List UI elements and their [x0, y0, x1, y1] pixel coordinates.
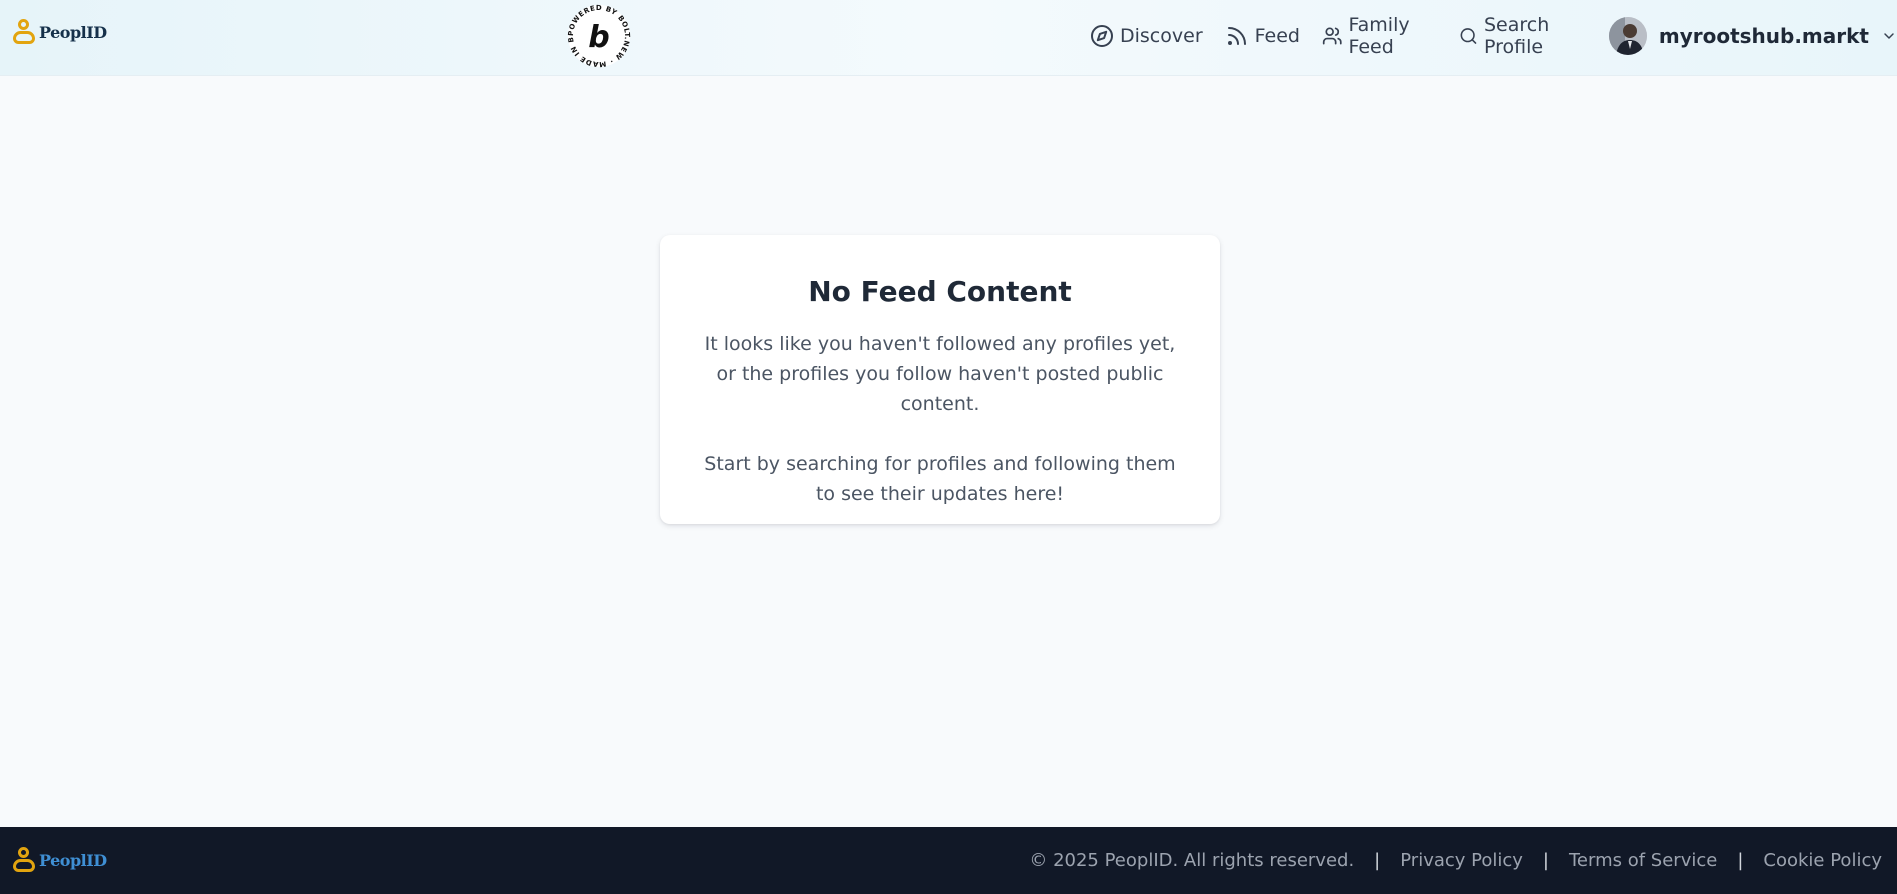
- empty-feed-hint: Start by searching for profiles and foll…: [704, 453, 1176, 505]
- nav-family-feed[interactable]: Family Feed: [1322, 14, 1437, 58]
- search-icon: [1460, 28, 1477, 44]
- empty-feed-card: No Feed Content It looks like you haven'…: [660, 235, 1220, 524]
- header-logo[interactable]: PeoplID: [12, 17, 107, 47]
- bolt-badge[interactable]: POWERED BY BOLT.NEW · MADE IN BOLT.NEW ·…: [562, 0, 632, 69]
- nav-search-profile-label: Search Profile: [1484, 14, 1550, 58]
- nav-discover-label: Discover: [1120, 25, 1203, 47]
- footer-logo-text: PeoplID: [39, 850, 107, 870]
- footer-separator: |: [1737, 850, 1744, 871]
- cookie-policy-link[interactable]: Cookie Policy: [1763, 850, 1882, 871]
- person-logo-icon: [12, 845, 36, 875]
- copyright-text: © 2025 PeoplID. All rights reserved.: [1029, 850, 1355, 871]
- bolt-badge-letter: b: [588, 20, 609, 55]
- person-logo-icon: [12, 17, 36, 47]
- header-logo-text: PeoplID: [39, 22, 107, 42]
- footer: PeoplID © 2025 PeoplID. All rights reser…: [0, 827, 1897, 894]
- main-nav: Discover Feed Family Feed Search Profile…: [1090, 0, 1897, 72]
- user-menu[interactable]: myrootshub.markt: [1608, 17, 1897, 55]
- footer-separator: |: [1542, 850, 1549, 871]
- top-header: PeoplID POWERED BY BOLT.NEW · MADE IN BO…: [0, 0, 1897, 76]
- footer-logo[interactable]: PeoplID: [12, 845, 107, 875]
- footer-links: © 2025 PeoplID. All rights reserved. | P…: [1029, 827, 1882, 894]
- compass-icon: [1091, 25, 1113, 47]
- nav-discover[interactable]: Discover: [1090, 24, 1203, 48]
- users-icon: [1322, 27, 1342, 45]
- username: myrootshub.markt: [1658, 24, 1869, 48]
- rss-icon: [1227, 27, 1246, 45]
- nav-feed-label: Feed: [1254, 25, 1300, 47]
- avatar: [1608, 17, 1647, 55]
- nav-search-profile[interactable]: Search Profile: [1459, 14, 1587, 58]
- empty-feed-message: It looks like you haven't followed any p…: [704, 333, 1176, 415]
- footer-separator: |: [1374, 850, 1381, 871]
- chevron-down-icon: [1884, 33, 1894, 39]
- bolt-badge-icon: POWERED BY BOLT.NEW · MADE IN BOLT.NEW ·…: [562, 0, 631, 68]
- terms-of-service-link[interactable]: Terms of Service: [1569, 850, 1717, 871]
- nav-feed[interactable]: Feed: [1225, 24, 1300, 48]
- empty-feed-title: No Feed Content: [808, 275, 1072, 308]
- nav-family-feed-label: Family Feed: [1348, 14, 1410, 58]
- privacy-policy-link[interactable]: Privacy Policy: [1400, 850, 1523, 871]
